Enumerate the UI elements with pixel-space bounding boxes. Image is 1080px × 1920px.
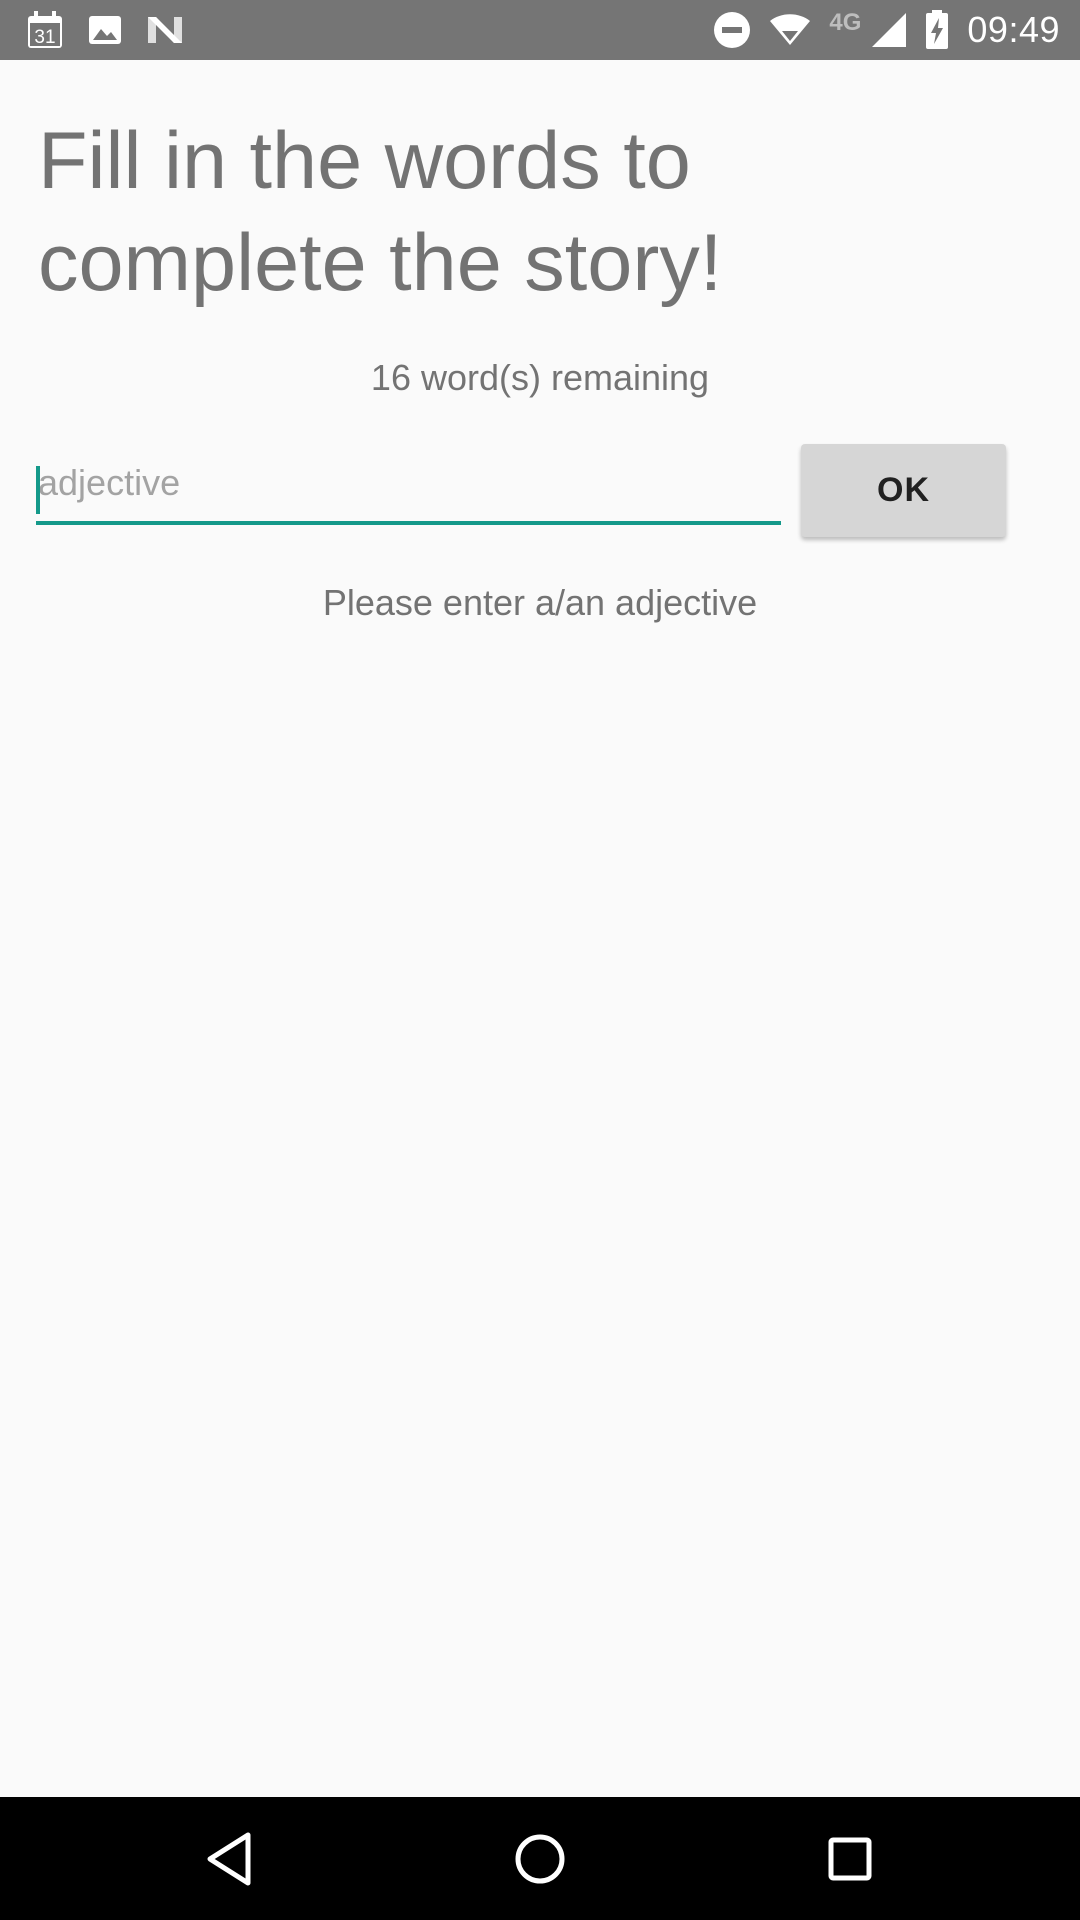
status-clock: 09:49 xyxy=(967,9,1060,50)
network-type-label: 4G xyxy=(829,9,862,36)
home-icon[interactable] xyxy=(510,1829,570,1889)
recents-icon[interactable] xyxy=(820,1829,880,1889)
word-input[interactable] xyxy=(36,455,781,525)
do-not-disturb-icon xyxy=(713,11,751,49)
words-remaining-label: 16 word(s) remaining xyxy=(370,357,710,398)
page-title: Fill in the words to complete the story! xyxy=(38,116,723,308)
back-icon[interactable] xyxy=(200,1829,260,1889)
calendar-icon: 31 xyxy=(26,10,64,50)
system-icons: 4G 09:49 xyxy=(713,8,1060,52)
status-bar: 31 4G 09:49 xyxy=(0,0,1080,60)
ok-button[interactable]: OK xyxy=(801,444,1006,537)
navigation-bar xyxy=(0,1797,1080,1920)
n-logo-icon xyxy=(146,13,184,47)
word-input-container xyxy=(36,455,781,525)
wifi-icon xyxy=(769,13,811,47)
image-icon xyxy=(88,13,122,47)
text-cursor xyxy=(36,466,40,514)
calendar-day: 31 xyxy=(34,27,55,48)
cell-signal-icon xyxy=(871,12,907,48)
battery-charging-icon xyxy=(925,10,949,50)
notification-icons: 31 xyxy=(26,11,184,49)
app-screen: 31 4G 09:49 Fill in the words to complet… xyxy=(0,0,1080,1920)
word-prompt: Please enter a/an adjective xyxy=(322,582,758,623)
